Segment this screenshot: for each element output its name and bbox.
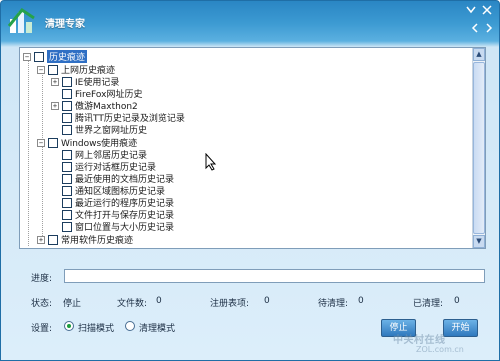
scan-mode-label[interactable]: 扫描模式 [78, 321, 114, 334]
tree-guide [42, 146, 43, 236]
collapse-icon[interactable]: − [37, 138, 45, 147]
expand-icon[interactable]: + [51, 77, 59, 86]
tree-checkbox[interactable] [48, 64, 58, 75]
status-label: 状态: [31, 299, 53, 309]
tree-label: 窗口位置与大小历史记录 [75, 223, 175, 233]
cleaner-window: 清理专家 − 历史痕迹 − 上网历史痕迹 + IE使用记录 FireFox网址历… [0, 0, 500, 361]
tree-checkbox[interactable] [62, 112, 72, 123]
watermark-text: 中关村在线 [393, 335, 446, 346]
tree-checkbox[interactable] [34, 51, 44, 62]
tree-node[interactable]: 腾讯TT历史记录及浏览记录 [51, 112, 185, 124]
cleaned-count-label: 已清理: [413, 299, 444, 309]
tree-checkbox[interactable] [62, 124, 72, 135]
tree-node[interactable]: 网上邻居历史记录 [51, 149, 147, 161]
tree-checkbox[interactable] [62, 197, 72, 208]
tree-checkbox[interactable] [62, 149, 72, 160]
tree-label: 世界之窗网址历史 [75, 126, 148, 136]
tree-node[interactable]: − Windows使用痕迹 [37, 137, 137, 149]
minimize-button[interactable] [465, 5, 477, 17]
scan-mode-radio[interactable] [64, 321, 74, 331]
back-icon [471, 23, 478, 33]
tree-checkbox[interactable] [48, 137, 58, 148]
close-icon [482, 5, 492, 15]
tree-node[interactable]: 文件打开与保存历史记录 [51, 209, 174, 221]
minimize-icon [466, 6, 476, 14]
collapse-icon[interactable]: − [37, 65, 45, 74]
cleaned-count-value: 0 [454, 296, 460, 306]
registry-count-label: 注册表项: [210, 299, 250, 309]
tree-checkbox[interactable] [62, 209, 72, 220]
progress-bar [64, 269, 485, 283]
expand-icon[interactable]: + [51, 101, 59, 110]
back-button[interactable] [469, 23, 481, 35]
status-value: 停止 [63, 299, 82, 309]
mouse-cursor-icon [205, 153, 217, 171]
tree-node[interactable]: 窗口位置与大小历史记录 [51, 221, 175, 233]
pending-count-value: 0 [358, 296, 364, 306]
tree-node[interactable]: + 常用软件历史痕迹 [37, 234, 134, 246]
tree-node[interactable]: + 傲游Maxthon2 [51, 100, 138, 112]
tree-node-root[interactable]: − 历史痕迹 [23, 50, 88, 63]
tree-node[interactable]: 运行对话框历史记录 [51, 161, 156, 173]
tree-checkbox[interactable] [62, 100, 72, 111]
scroll-thumb[interactable] [473, 62, 485, 234]
cleanup-tree: − 历史痕迹 − 上网历史痕迹 + IE使用记录 FireFox网址历史 + 傲… [19, 47, 486, 249]
file-count-label: 文件数: [117, 299, 148, 309]
tree-node[interactable]: 最近运行的程序历史记录 [51, 197, 174, 209]
tree-checkbox[interactable] [62, 185, 72, 196]
file-count-value: 0 [156, 296, 162, 306]
tree-node[interactable]: 最近使用的文档历史记录 [51, 173, 174, 185]
window-title: 清理专家 [45, 19, 85, 30]
clean-mode-radio[interactable] [125, 321, 135, 331]
forward-icon [486, 23, 493, 33]
tree-node[interactable]: 通知区域图标历史记录 [51, 185, 165, 197]
close-button[interactable] [481, 5, 493, 17]
registry-count-value: 0 [264, 296, 270, 306]
tree-checkbox[interactable] [62, 173, 72, 184]
collapse-icon[interactable]: − [23, 52, 31, 61]
pending-count-label: 待清理: [318, 299, 349, 309]
tree-node[interactable]: + IE使用记录 [51, 76, 119, 88]
clean-mode-label[interactable]: 清理模式 [139, 321, 175, 334]
tree-label: 常用软件历史痕迹 [61, 236, 134, 246]
watermark-subtext: ZOL.com.cn [416, 345, 464, 354]
progress-label: 进度: [31, 274, 53, 284]
app-logo-icon [7, 7, 35, 33]
tree-checkbox[interactable] [62, 221, 72, 232]
scroll-down-button[interactable]: ▼ [473, 235, 485, 248]
tree-node[interactable]: − 上网历史痕迹 [37, 64, 115, 76]
tree-checkbox[interactable] [62, 88, 72, 99]
tree-guide [28, 60, 29, 246]
settings-label: 设置: [31, 324, 53, 334]
expand-icon[interactable]: + [37, 235, 45, 244]
scroll-up-button[interactable]: ▲ [473, 48, 485, 61]
tree-node[interactable]: FireFox网址历史 [51, 88, 142, 100]
start-button[interactable]: 开始 [443, 319, 478, 337]
title-bar: 清理专家 [1, 1, 499, 45]
tree-checkbox[interactable] [48, 234, 58, 245]
tree-node[interactable]: 世界之窗网址历史 [51, 124, 148, 136]
tree-label: 历史痕迹 [47, 50, 88, 63]
forward-button[interactable] [483, 23, 495, 35]
tree-checkbox[interactable] [62, 76, 72, 87]
tree-checkbox[interactable] [62, 161, 72, 172]
tree-scrollbar[interactable]: ▲ ▼ [472, 48, 485, 248]
